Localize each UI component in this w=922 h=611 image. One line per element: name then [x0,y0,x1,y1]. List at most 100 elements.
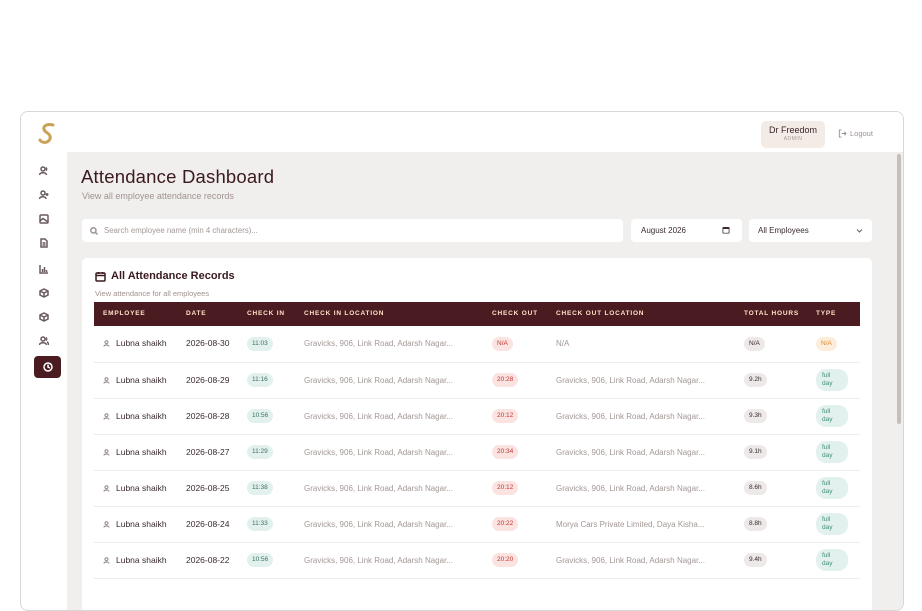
logout-icon [838,129,847,138]
check-out-cell: 20:22 [483,506,547,543]
type-cell: full day [807,398,860,435]
check-in-cell: 11:29 [238,434,295,471]
employee-select[interactable]: All Employees [749,219,872,242]
total-hours-cell: 9.4h [735,542,807,579]
table-row[interactable]: Lubna shaikh 2026-08-22 10:56 Gravicks, 906… [94,542,860,579]
table-row[interactable]: Lubna shaikh 2026-08-30 11:03 Gravicks, 906… [94,326,860,363]
total-hours-badge: 9.3h [744,409,767,423]
card-title: All Attendance Records [95,270,235,282]
check-out-badge: 20:22 [492,517,519,531]
user-plus-icon[interactable] [37,188,51,202]
check-out-location-cell: Gravicks, 906, Link Road, Adarsh Nagar..… [547,470,735,507]
employee-cell: Lubna shaikh [94,326,177,363]
package-icon[interactable] [37,310,51,324]
logo[interactable] [37,122,59,144]
team-icon[interactable] [37,334,51,348]
employee-name: Lubna shaikh [116,410,167,421]
month-picker[interactable]: August 2026 [631,219,742,242]
date-cell: 2026-08-28 [177,398,238,435]
logout-label: Logout [850,129,873,138]
date-cell: 2026-08-25 [177,470,238,507]
user-icon [103,484,110,492]
type-badge: full day [816,405,848,427]
chevron-down-icon [856,229,863,233]
header-employee[interactable]: EMPLOYEE [94,302,177,326]
employee-cell: Lubna shaikh [94,470,177,507]
check-in-cell: 11:33 [238,506,295,543]
attendance-table: EMPLOYEE DATE CHECK IN CHECK IN LOCATION… [94,302,860,579]
calendar-icon[interactable] [722,226,730,234]
search-input[interactable] [104,226,604,235]
employee-cell: Lubna shaikh [94,434,177,471]
scrollbar[interactable] [893,152,903,610]
header-date[interactable]: DATE [177,302,238,326]
check-in-location-cell: Gravicks, 906, Link Road, Adarsh Nagar..… [295,326,483,363]
table-row[interactable]: Lubna shaikh 2026-08-25 11:38 Gravicks, 906… [94,470,860,507]
header-type[interactable]: TYPE [807,302,860,326]
check-out-badge: N/A [492,336,513,351]
attendance-card: All Attendance Records View attendance f… [82,258,872,610]
box-icon[interactable] [37,286,51,300]
table-row[interactable]: Lubna shaikh 2026-08-28 10:56 Gravicks, 906… [94,398,860,435]
header-check-out[interactable]: CHECK OUT [483,302,547,326]
header-total-hours[interactable]: TOTAL HOURS [735,302,807,326]
table-row[interactable]: Lubna shaikh 2026-08-29 11:16 Gravicks, 906… [94,362,860,399]
check-out-location: Gravicks, 906, Link Road, Adarsh Nagar..… [556,555,705,565]
header-check-in-location[interactable]: CHECK IN LOCATION [295,302,483,326]
search-bar[interactable] [82,219,623,242]
check-in-cell: 11:38 [238,470,295,507]
header-check-in[interactable]: CHECK IN [238,302,295,326]
users-icon[interactable] [37,164,51,178]
check-in-location: Gravicks, 906, Link Road, Adarsh Nagar..… [304,483,453,493]
card-title-text: All Attendance Records [111,270,235,282]
type-cell: N/A [807,326,860,363]
user-icon [103,556,110,564]
total-hours-cell: 9.2h [735,362,807,399]
total-hours-badge: 9.1h [744,445,767,459]
header-check-out-location[interactable]: CHECK OUT LOCATION [547,302,735,326]
check-out-location: Gravicks, 906, Link Road, Adarsh Nagar..… [556,447,705,457]
table-row[interactable]: Lubna shaikh 2026-08-24 11:33 Gravicks, 906… [94,506,860,543]
date-cell: 2026-08-22 [177,542,238,579]
type-badge: full day [816,513,848,535]
sidebar [21,152,67,610]
total-hours-badge: N/A [744,336,765,351]
check-in-location-cell: Gravicks, 906, Link Road, Adarsh Nagar..… [295,434,483,471]
image-icon[interactable] [37,212,51,226]
employee-name: Lubna shaikh [116,446,167,457]
scroll-thumb[interactable] [897,154,901,424]
check-out-badge: 20:12 [492,481,519,495]
top-bar: Dr Freedom ADMIN Logout [21,112,903,152]
type-cell: full day [807,470,860,507]
document-icon[interactable] [37,236,51,250]
table-row[interactable]: Lubna shaikh 2026-08-27 11:29 Gravicks, 906… [94,434,860,471]
check-in-location: Gravicks, 906, Link Road, Adarsh Nagar..… [304,411,453,421]
check-in-badge: 10:56 [247,409,274,423]
type-cell: full day [807,362,860,399]
calendar-icon [95,271,106,282]
check-in-location: Gravicks, 906, Link Road, Adarsh Nagar..… [304,375,453,385]
clock-icon[interactable] [34,356,61,378]
check-in-cell: 11:03 [238,326,295,363]
check-in-location: Gravicks, 906, Link Road, Adarsh Nagar..… [304,519,453,529]
check-out-location-cell: N/A [547,326,735,363]
card-subtitle: View attendance for all employees [95,289,210,298]
check-out-badge: 20:12 [492,409,519,423]
check-in-location-cell: Gravicks, 906, Link Road, Adarsh Nagar..… [295,542,483,579]
bar-chart-icon[interactable] [37,262,51,276]
logout-button[interactable]: Logout [838,129,873,138]
date-cell: 2026-08-27 [177,434,238,471]
total-hours-badge: 9.4h [744,553,767,567]
page-subtitle: View all employee attendance records [82,191,234,201]
check-out-location: Gravicks, 906, Link Road, Adarsh Nagar..… [556,483,705,493]
date-cell: 2026-08-24 [177,506,238,543]
type-cell: full day [807,542,860,579]
check-out-cell: 20:20 [483,542,547,579]
employee-cell: Lubna shaikh [94,398,177,435]
total-hours-cell: 8.8h [735,506,807,543]
check-in-cell: 10:56 [238,542,295,579]
employee-select-value: All Employees [758,226,809,235]
user-icon [103,520,110,528]
check-in-location-cell: Gravicks, 906, Link Road, Adarsh Nagar..… [295,470,483,507]
user-chip[interactable]: Dr Freedom ADMIN [761,121,825,148]
